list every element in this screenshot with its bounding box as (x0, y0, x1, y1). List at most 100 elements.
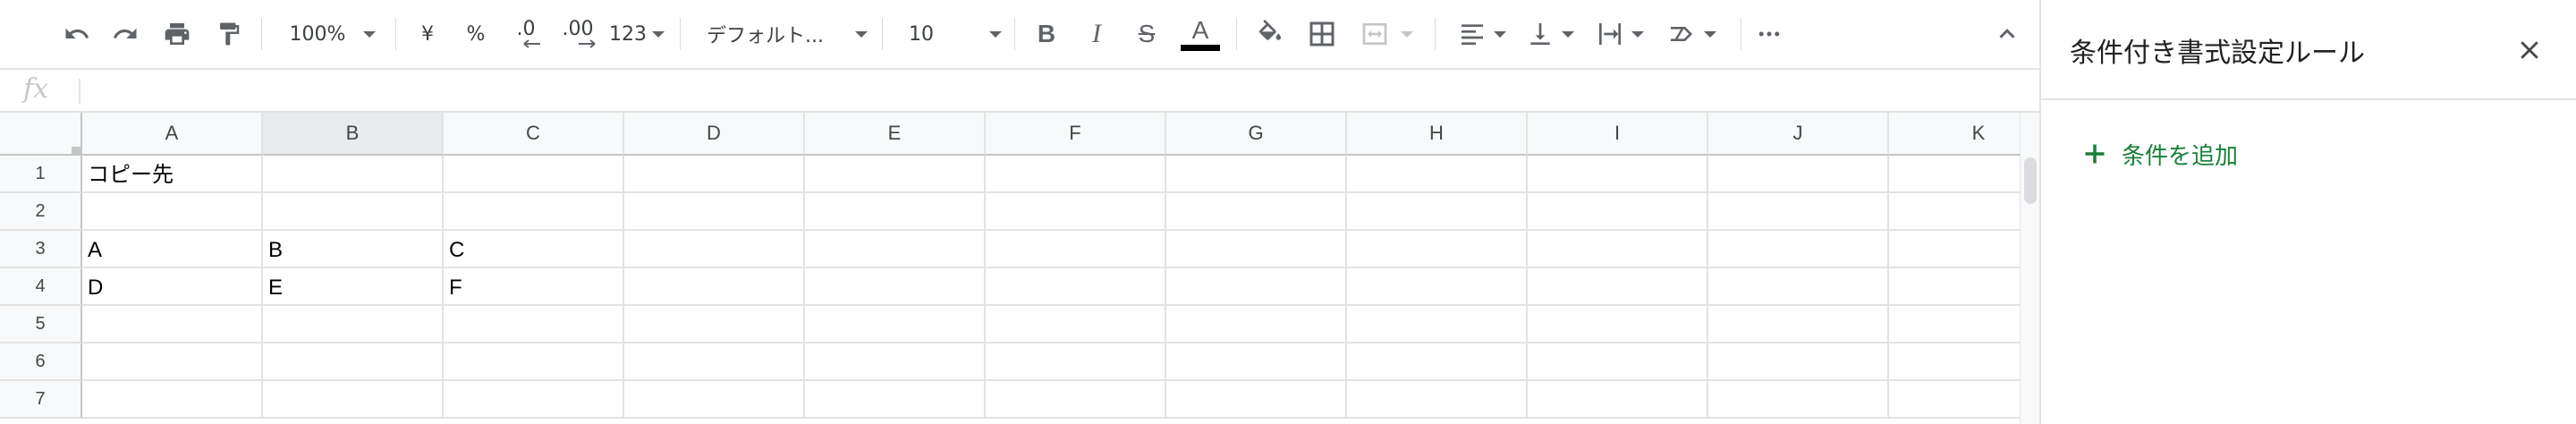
row-header-6[interactable]: 6 (0, 343, 82, 381)
cell-c2[interactable] (444, 193, 624, 231)
column-header-k[interactable]: K (1889, 113, 2020, 156)
column-header-c[interactable]: C (444, 113, 624, 156)
cell-j7[interactable] (1708, 381, 1889, 419)
bold-button[interactable]: B (1029, 14, 1064, 54)
cell-h1[interactable] (1347, 156, 1528, 193)
cell-b1[interactable] (263, 156, 444, 193)
percent-format-button[interactable]: % (460, 14, 492, 54)
cell-c4[interactable]: F (444, 268, 624, 306)
cell-c3[interactable]: C (444, 231, 624, 268)
cell-h5[interactable] (1347, 306, 1528, 343)
cell-g7[interactable] (1166, 381, 1347, 419)
cell-j1[interactable] (1708, 156, 1889, 193)
cell-c6[interactable] (444, 343, 624, 381)
cell-a6[interactable] (82, 343, 263, 381)
cell-f4[interactable] (986, 268, 1166, 306)
cell-g1[interactable] (1166, 156, 1347, 193)
cell-i4[interactable] (1528, 268, 1708, 306)
cell-d5[interactable] (624, 306, 805, 343)
cell-a2[interactable] (82, 193, 263, 231)
fill-color-button[interactable] (1250, 14, 1290, 54)
cell-k1[interactable] (1889, 156, 2020, 193)
cell-g2[interactable] (1166, 193, 1347, 231)
cell-f3[interactable] (986, 231, 1166, 268)
column-header-a[interactable]: A (82, 113, 263, 156)
cell-a4[interactable]: D (82, 268, 263, 306)
formula-input[interactable] (89, 70, 2012, 111)
cell-k6[interactable] (1889, 343, 2020, 381)
cell-h4[interactable] (1347, 268, 1528, 306)
cell-h3[interactable] (1347, 231, 1528, 268)
currency-format-button[interactable]: ¥ (411, 14, 444, 54)
merge-cells-button[interactable] (1354, 14, 1419, 54)
column-header-g[interactable]: G (1166, 113, 1347, 156)
cell-b3[interactable]: B (263, 231, 444, 268)
cell-b6[interactable] (263, 343, 444, 381)
cell-b5[interactable] (263, 306, 444, 343)
add-rule-button[interactable]: 条件を追加 (2082, 134, 2238, 174)
more-options-button[interactable] (1750, 14, 1789, 54)
cell-e6[interactable] (805, 343, 986, 381)
cell-j4[interactable] (1708, 268, 1889, 306)
cell-c1[interactable] (444, 156, 624, 193)
text-color-button[interactable]: A (1179, 14, 1222, 54)
cell-f5[interactable] (986, 306, 1166, 343)
print-button[interactable] (159, 14, 195, 54)
column-header-j[interactable]: J (1708, 113, 1889, 156)
redo-button[interactable] (107, 14, 143, 54)
increase-decimal-button[interactable]: .00 (555, 14, 601, 54)
cell-k5[interactable] (1889, 306, 2020, 343)
text-rotation-button[interactable] (1658, 14, 1724, 54)
cell-a5[interactable] (82, 306, 263, 343)
cell-i3[interactable] (1528, 231, 1708, 268)
cell-f1[interactable] (986, 156, 1166, 193)
cell-k7[interactable] (1889, 381, 2020, 419)
collapse-menus-button[interactable] (1987, 14, 2027, 54)
cell-d7[interactable] (624, 381, 805, 419)
cell-h7[interactable] (1347, 381, 1528, 419)
cell-g4[interactable] (1166, 268, 1347, 306)
cell-j3[interactable] (1708, 231, 1889, 268)
cell-h6[interactable] (1347, 343, 1528, 381)
cell-i7[interactable] (1528, 381, 1708, 419)
text-wrapping-button[interactable] (1589, 14, 1651, 54)
vertical-align-button[interactable] (1519, 14, 1581, 54)
cell-b4[interactable]: E (263, 268, 444, 306)
row-header-2[interactable]: 2 (0, 193, 82, 231)
cell-j6[interactable] (1708, 343, 1889, 381)
cell-d1[interactable] (624, 156, 805, 193)
cell-j5[interactable] (1708, 306, 1889, 343)
column-header-d[interactable]: D (624, 113, 805, 156)
cell-i2[interactable] (1528, 193, 1708, 231)
cell-i6[interactable] (1528, 343, 1708, 381)
cell-g5[interactable] (1166, 306, 1347, 343)
font-family-select[interactable]: デフォルト... (707, 14, 868, 54)
cell-a7[interactable] (82, 381, 263, 419)
row-header-5[interactable]: 5 (0, 306, 82, 343)
font-size-select[interactable]: 10 (909, 14, 1002, 54)
row-header-1[interactable]: 1 (0, 156, 82, 193)
paint-format-button[interactable] (211, 14, 247, 54)
scrollbar-thumb[interactable] (2024, 157, 2037, 204)
cell-i1[interactable] (1528, 156, 1708, 193)
cell-c7[interactable] (444, 381, 624, 419)
row-header-3[interactable]: 3 (0, 231, 82, 268)
cell-g3[interactable] (1166, 231, 1347, 268)
decrease-decimal-button[interactable]: .0 (506, 14, 546, 54)
cell-e2[interactable] (805, 193, 986, 231)
close-button[interactable] (2513, 34, 2546, 66)
cell-i5[interactable] (1528, 306, 1708, 343)
cell-d3[interactable] (624, 231, 805, 268)
cell-e3[interactable] (805, 231, 986, 268)
select-all-corner[interactable] (0, 113, 82, 156)
undo-button[interactable] (59, 14, 95, 54)
column-header-f[interactable]: F (986, 113, 1166, 156)
cell-j2[interactable] (1708, 193, 1889, 231)
cell-d4[interactable] (624, 268, 805, 306)
cell-c5[interactable] (444, 306, 624, 343)
cell-d6[interactable] (624, 343, 805, 381)
column-header-i[interactable]: I (1528, 113, 1708, 156)
cell-b7[interactable] (263, 381, 444, 419)
cell-a3[interactable]: A (82, 231, 263, 268)
cell-e1[interactable] (805, 156, 986, 193)
